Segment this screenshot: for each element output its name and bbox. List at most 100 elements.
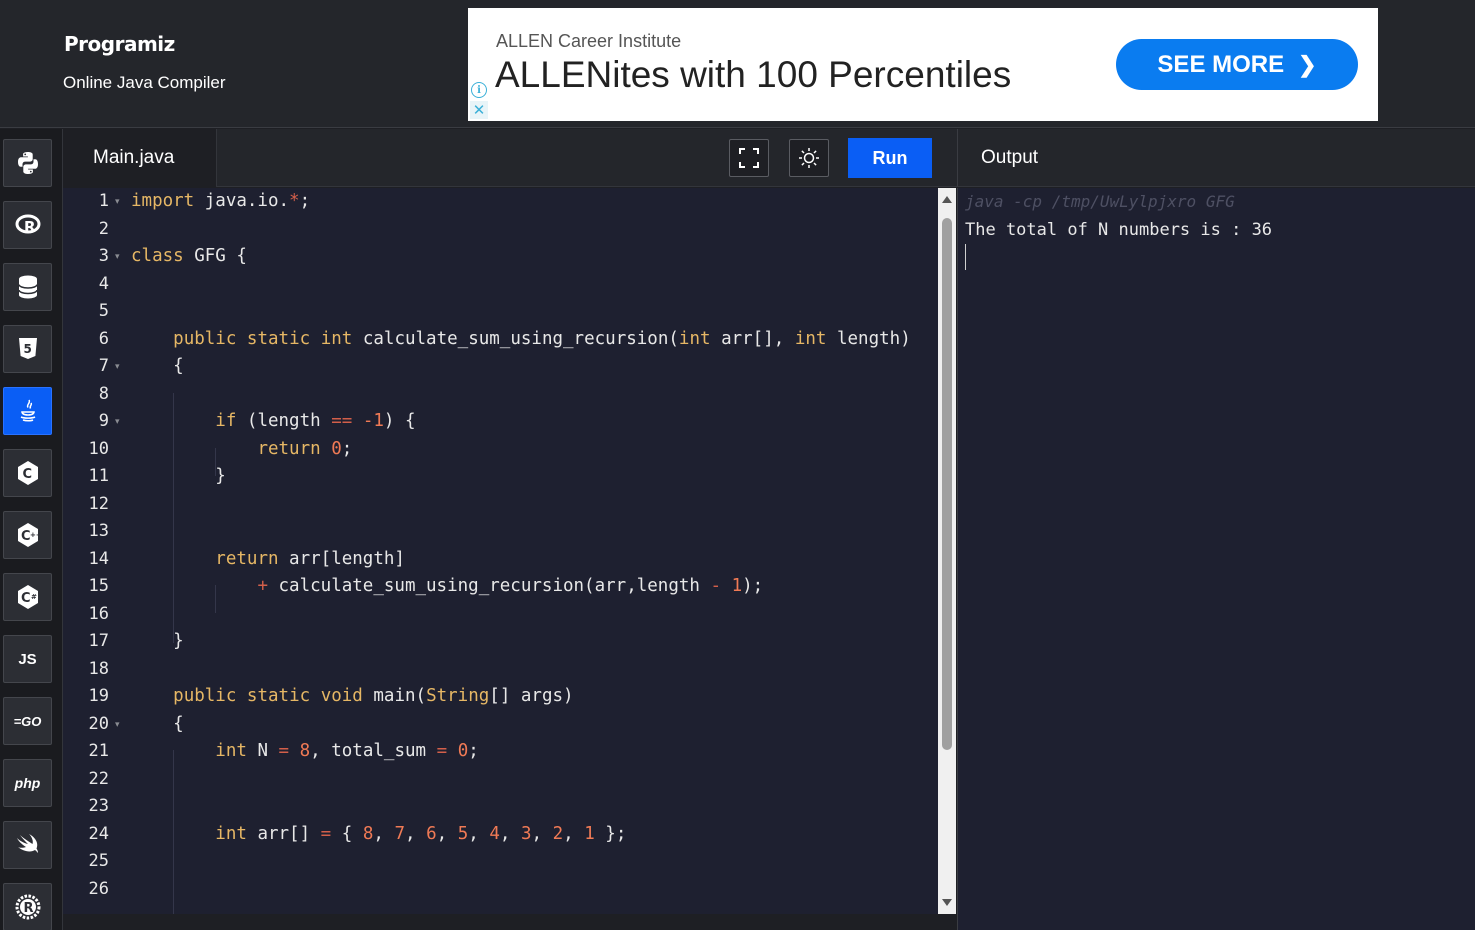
svg-text:C: C (22, 467, 32, 482)
line-number: 16 (88, 604, 109, 624)
go-language-button[interactable]: =GO (3, 697, 52, 745)
sun-icon (799, 148, 819, 168)
html5-icon: 5 (18, 338, 37, 359)
output-header: Output (957, 129, 1475, 187)
ad-banner[interactable]: ALLEN Career Institute ALLENites with 10… (468, 8, 1378, 121)
code-line: + calculate_sum_using_recursion(arr,leng… (257, 576, 764, 596)
ad-headline[interactable]: ALLENites with 100 Percentiles (495, 54, 1011, 96)
code-editor[interactable]: 1 2 3 4 5 6 7 8 9 10 11 12 13 14 15 16 1… (63, 188, 938, 914)
tab-main-java[interactable]: Main.java (63, 129, 217, 187)
fold-chevron-icon[interactable]: ▾ (115, 720, 120, 730)
svg-text:C: C (21, 591, 31, 606)
svg-text:R: R (24, 218, 36, 236)
code-line: public static int calculate_sum_using_re… (173, 329, 911, 349)
code-line: { (131, 356, 184, 376)
code-line: } (131, 466, 226, 486)
database-icon (17, 275, 38, 299)
line-number: 20 (88, 714, 109, 734)
python-icon (17, 152, 38, 174)
rust-icon: R (15, 894, 40, 920)
line-number: 19 (88, 686, 109, 706)
line-number: 2 (98, 219, 109, 239)
line-number: 10 (88, 439, 109, 459)
svg-text:#: # (31, 593, 37, 601)
ad-cta-label: SEE MORE (1157, 50, 1285, 78)
line-number: 5 (98, 301, 109, 321)
code-line: } (131, 631, 184, 651)
c-language-button[interactable]: C (3, 449, 52, 497)
go-icon: =GO (13, 713, 42, 729)
header: Programiz Online Java Compiler ALLEN Car… (0, 0, 1475, 128)
output-result: The total of N numbers is : 36 (965, 220, 1273, 240)
r-language-button[interactable]: R (3, 201, 52, 249)
line-number: 11 (88, 466, 109, 486)
svg-text:5: 5 (23, 342, 31, 356)
line-number: 3 (98, 246, 109, 266)
line-number: 8 (98, 384, 109, 404)
line-number: 17 (88, 631, 109, 651)
python-language-button[interactable] (3, 139, 52, 187)
cpp-language-button[interactable]: C ++ (3, 511, 52, 559)
line-number: 18 (88, 659, 109, 679)
ad-info-icon[interactable]: i (471, 82, 487, 98)
java-icon (20, 399, 35, 422)
html-language-button[interactable]: 5 (3, 325, 52, 373)
language-sidebar: R 5 C C ++ C # JS =GO php R (0, 129, 63, 930)
code-line: if (length == -1) { (215, 411, 416, 431)
output-title: Output (981, 146, 1039, 168)
line-number: 14 (88, 549, 109, 569)
line-number: 21 (88, 741, 109, 761)
line-number: 12 (88, 494, 109, 514)
rust-language-button[interactable]: R (3, 883, 52, 930)
swift-language-button[interactable] (3, 821, 52, 869)
code-line: return 0; (257, 439, 353, 459)
run-button[interactable]: Run (848, 138, 932, 178)
scroll-up-arrow-icon[interactable] (942, 196, 952, 203)
line-number: 6 (98, 329, 109, 349)
editor-scrollbar[interactable] (938, 188, 956, 914)
java-language-button[interactable] (3, 387, 52, 435)
code-line: { (131, 714, 184, 734)
svg-text:R: R (23, 901, 33, 916)
code-line: class GFG { (131, 246, 247, 266)
js-language-button[interactable]: JS (3, 635, 52, 683)
sql-language-button[interactable] (3, 263, 52, 311)
fullscreen-button[interactable] (729, 139, 769, 177)
code-line: public static void main(String[] args) (173, 686, 574, 706)
fold-chevron-icon[interactable]: ▾ (115, 362, 120, 372)
scroll-thumb[interactable] (942, 218, 952, 750)
line-number: 4 (98, 274, 109, 294)
fold-chevron-icon[interactable]: ▾ (115, 417, 120, 427)
line-number: 15 (88, 576, 109, 596)
code-line: return arr[length] (215, 549, 405, 569)
page-subtitle: Online Java Compiler (63, 73, 226, 92)
svg-text:++: ++ (30, 531, 42, 539)
php-language-button[interactable]: php (3, 759, 52, 807)
ad-close-icon[interactable]: ✕ (470, 101, 488, 119)
line-number: 24 (88, 824, 109, 844)
line-number: 25 (88, 851, 109, 871)
programiz-logo[interactable]: Programiz (64, 32, 175, 56)
csharp-icon: C # (17, 585, 38, 609)
c-icon: C (17, 461, 38, 485)
line-number: 7 (98, 356, 109, 376)
output-console[interactable]: java -cp /tmp/UwLylpjxro GFG The total o… (957, 188, 1475, 930)
csharp-language-button[interactable]: C # (3, 573, 52, 621)
code-line: int arr[] = { 8, 7, 6, 5, 4, 3, 2, 1 }; (215, 824, 627, 844)
line-number: 26 (88, 879, 109, 899)
editor-toolbar: Main.java Run (63, 129, 957, 187)
code-line: int N = 8, total_sum = 0; (215, 741, 479, 761)
fold-chevron-icon[interactable]: ▾ (115, 197, 120, 207)
line-number: 1 (98, 191, 109, 211)
js-icon: JS (18, 650, 37, 668)
line-number-gutter: 1 2 3 4 5 6 7 8 9 10 11 12 13 14 15 16 1… (63, 188, 125, 914)
line-number: 9 (98, 411, 109, 431)
ad-see-more-button[interactable]: SEE MORE ❯ (1116, 39, 1358, 90)
r-icon: R (15, 214, 40, 236)
line-number: 23 (88, 796, 109, 816)
theme-toggle-button[interactable] (789, 139, 829, 177)
fold-chevron-icon[interactable]: ▾ (115, 252, 120, 262)
scroll-down-arrow-icon[interactable] (942, 899, 952, 906)
ad-brand: ALLEN Career Institute (496, 31, 682, 51)
text-cursor (965, 244, 966, 270)
